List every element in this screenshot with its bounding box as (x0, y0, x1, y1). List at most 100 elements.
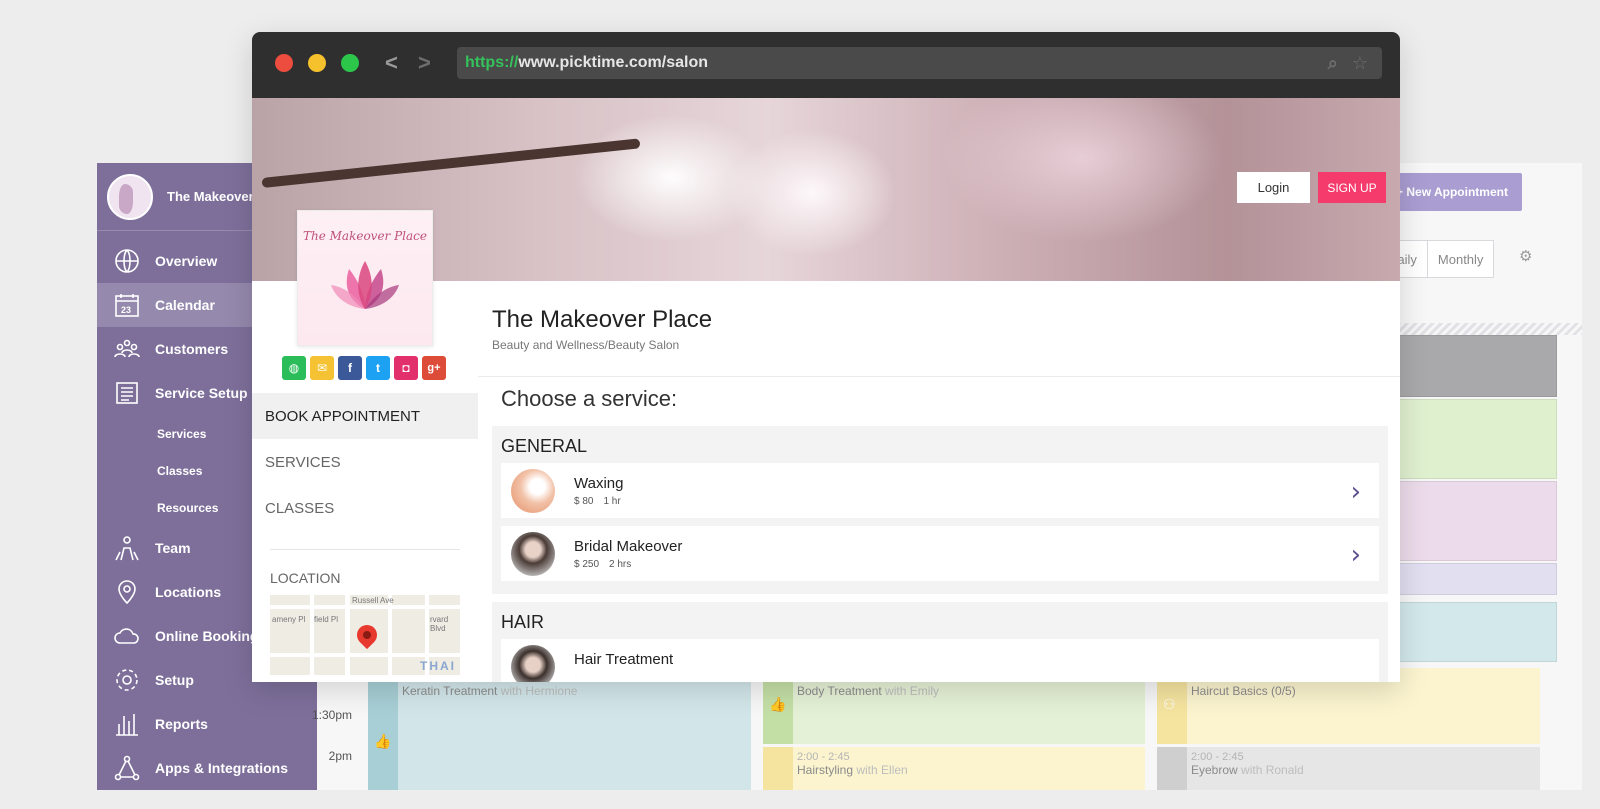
gear-icon (111, 666, 143, 694)
appointment-time: 2:00 - 2:45 (797, 751, 850, 763)
service-name: Waxing (574, 474, 624, 492)
appointment-name: Body Treatment (797, 684, 882, 698)
service-price: $ 80 (574, 495, 594, 507)
service-name: Hair Treatment (574, 651, 674, 668)
sidebar-item-label: Service Setup (155, 385, 248, 401)
website-icon[interactable]: ◍ (282, 356, 306, 380)
calendar-block[interactable] (1397, 335, 1557, 397)
appointment-name: Keratin Treatment (402, 684, 498, 698)
map-road (388, 595, 392, 675)
appointment-block[interactable]: 2:00 - 2:45 Eyebrow with Ronald (1157, 747, 1540, 790)
service-thumbnail (511, 468, 555, 513)
back-arrow-icon[interactable]: < (385, 50, 398, 76)
team-icon (111, 534, 143, 562)
maximize-window-button[interactable] (341, 54, 359, 72)
sidebar-item-label: Customers (155, 341, 229, 357)
address-bar[interactable]: https:// www.picktime.com/salon ⌕ ☆ (457, 47, 1382, 79)
banner-branch (261, 138, 641, 188)
calendar-settings-icon[interactable]: ⚙ (1519, 249, 1535, 265)
map-road (310, 595, 314, 675)
thumbs-up-icon: 👍 (769, 696, 787, 712)
calendar-block[interactable] (1397, 563, 1557, 595)
sidebar-item-reports[interactable]: Reports (97, 702, 317, 746)
business-category: Beauty and Wellness/Beauty Salon (492, 338, 680, 352)
url-text: www.picktime.com/salon (518, 54, 709, 71)
calendar-icon: 23 (111, 291, 143, 319)
calendar-header-hatch (1397, 323, 1582, 335)
sidebar-item-label: Online Booking (155, 628, 259, 644)
bar-chart-icon (111, 710, 143, 738)
business-name: The Makeover Place (492, 306, 713, 333)
services-link[interactable]: SERVICES (265, 454, 341, 471)
time-label: 1:30pm (311, 708, 352, 722)
class-icon: ⚇ (1163, 696, 1176, 712)
calendar-block[interactable] (1397, 399, 1557, 479)
service-name: Bridal Makeover (574, 537, 683, 555)
sidebar-item-label: Team (155, 540, 191, 556)
bookmark-star-icon[interactable]: ☆ (1352, 53, 1368, 74)
service-thumbnail (511, 645, 555, 682)
service-duration: 1 hr (603, 495, 621, 507)
signup-button[interactable]: SIGN UP (1318, 172, 1386, 203)
appointment-staff: with Ellen (853, 763, 908, 777)
service-group-general: GENERAL Waxing $ 80 1 hr › Bridal Makeove… (492, 426, 1388, 594)
location-heading: LOCATION (270, 570, 341, 586)
forward-arrow-icon[interactable]: > (418, 50, 431, 76)
appointment-block[interactable]: 2:00 - 2:45 Hairstyling with Ellen (763, 747, 1145, 790)
sidebar-item-label: Calendar (155, 297, 215, 313)
map-street-label: field Pl (314, 615, 339, 624)
service-group-title: HAIR (501, 612, 545, 632)
calendar-block[interactable] (1397, 481, 1557, 561)
chevron-right-icon[interactable]: › (1351, 540, 1361, 570)
url-scheme: https:// (465, 54, 519, 71)
instagram-icon[interactable]: ◘ (394, 356, 418, 380)
location-map[interactable]: Russell Ave ameny Pl field Pl rvard Blvd… (270, 595, 460, 675)
sidebar-item-label: Setup (155, 672, 194, 688)
appointment-name: Eyebrow (1191, 763, 1238, 777)
appointment-time: 2:00 - 2:45 (1191, 751, 1244, 763)
book-appointment-tab[interactable]: BOOK APPOINTMENT (252, 393, 478, 439)
thumbs-up-icon: 👍 (374, 733, 392, 749)
sidebar-item-label: Locations (155, 584, 222, 600)
view-monthly-button[interactable]: Monthly (1426, 241, 1494, 277)
search-icon[interactable]: ⌕ (1328, 53, 1338, 74)
sidebar-item-label: Overview (155, 253, 218, 269)
time-label: 2pm (328, 749, 352, 763)
service-item-bridal-makeover[interactable]: Bridal Makeover $ 250 2 hrs › (501, 526, 1379, 581)
appointment-staff: with Ronald (1237, 763, 1304, 777)
service-item-hair-treatment[interactable]: Hair Treatment (501, 639, 1379, 682)
appointment-block[interactable]: 👍 1:00 - 3:00 Keratin Treatment with Her… (368, 668, 751, 790)
email-icon[interactable]: ✉ (310, 356, 334, 380)
login-button[interactable]: Login (1237, 172, 1310, 203)
lotus-logo-icon (331, 261, 399, 309)
service-item-waxing[interactable]: Waxing $ 80 1 hr › (501, 463, 1379, 518)
service-price: $ 250 (574, 558, 600, 570)
service-group-hair: HAIR Hair Treatment (492, 602, 1388, 682)
service-duration: 2 hrs (609, 558, 632, 570)
new-appointment-button[interactable]: + New Appointment (1382, 173, 1522, 211)
browser-toolbar: < > https:// www.picktime.com/salon ⌕ ☆ (252, 32, 1400, 98)
location-pin-icon (111, 578, 143, 606)
map-pin-icon[interactable] (352, 620, 382, 650)
divider (270, 549, 460, 550)
appointment-name: Hairstyling (797, 763, 854, 777)
close-window-button[interactable] (275, 54, 293, 72)
twitter-icon[interactable]: t (366, 356, 390, 380)
map-area-label: THAI (420, 659, 456, 673)
sidebar-item-label: Apps & Integrations (155, 760, 289, 776)
browser-window: < > https:// www.picktime.com/salon ⌕ ☆ … (252, 32, 1400, 682)
choose-service-heading: Choose a service: (501, 386, 678, 411)
classes-link[interactable]: CLASSES (265, 500, 334, 517)
chevron-right-icon[interactable]: › (1351, 477, 1361, 507)
business-avatar (107, 173, 153, 220)
divider (478, 376, 1400, 377)
sidebar-item-label: Reports (155, 716, 208, 732)
sidebar-item-apps-integrations[interactable]: Apps & Integrations (97, 746, 317, 790)
map-street-label: rvard Blvd (430, 615, 449, 633)
minimize-window-button[interactable] (308, 54, 326, 72)
business-logo: The Makeover Place (297, 210, 433, 346)
facebook-icon[interactable]: f (338, 356, 362, 380)
calendar-block[interactable] (1397, 602, 1557, 662)
globe-icon (111, 247, 143, 275)
google-plus-icon[interactable]: g+ (422, 356, 446, 380)
